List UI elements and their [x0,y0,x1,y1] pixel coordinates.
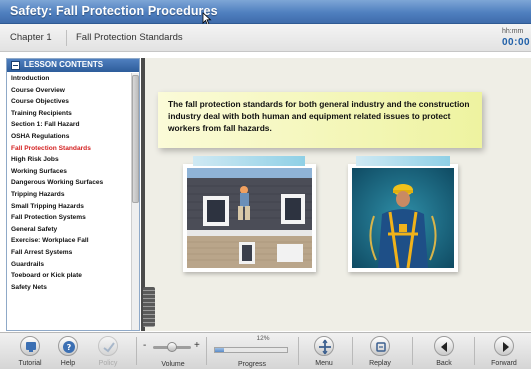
menu-label: Menu [315,360,333,367]
toolbar-divider [136,337,137,365]
back-arrow-icon [434,336,454,356]
photo-frame-harness-worker [348,156,458,272]
scrollbar-thumb[interactable] [132,75,139,203]
timer-value: 00:00 [502,37,531,48]
section-title: Fall Protection Standards [76,32,183,43]
lesson-item[interactable]: Toeboard or Kick plate [9,270,129,282]
lesson-item[interactable]: Guardrails [9,259,129,271]
panel-resize-grip[interactable] [143,287,155,327]
title-bar: Safety: Fall Protection Procedures [0,0,531,26]
lesson-item[interactable]: Dangerous Working Surfaces [9,177,129,189]
chapter-label: Chapter 1 [10,32,52,43]
roof-worker-photo [187,168,312,268]
forward-button[interactable]: Forward [484,335,524,369]
toolbar-divider [206,337,207,365]
lesson-item[interactable]: Exercise: Workplace Fall [9,235,129,247]
back-label: Back [436,360,452,367]
lesson-item[interactable]: Fall Protection Standards [9,143,129,155]
lesson-item[interactable]: Tripping Hazards [9,189,129,201]
menu-button[interactable]: Menu [304,335,344,369]
lesson-item[interactable]: Fall Protection Systems [9,212,129,224]
progress-bar [214,347,288,353]
policy-icon [98,336,118,356]
progress-fill [215,348,224,352]
toolbar-divider [474,337,475,365]
collapse-icon[interactable] [11,61,20,70]
lesson-contents-panel: LESSON CONTENTS Introduction Course Overv… [6,58,140,331]
volume-plus[interactable]: + [194,340,200,351]
lesson-item[interactable]: Training Recipients [9,108,129,120]
progress-percent: 12% [256,335,270,342]
photo-frame-roof-worker [183,156,316,272]
forward-arrow-icon [494,336,514,356]
lesson-item[interactable]: General Safety [9,224,129,236]
menu-icon [314,336,334,356]
lesson-item[interactable]: Fall Arrest Systems [9,247,129,259]
breadcrumb-divider [66,30,67,46]
bottom-toolbar: Tutorial ? Help Policy - + Volume 12% Pr… [0,332,531,369]
back-button[interactable]: Back [424,335,464,369]
lesson-contents-title: LESSON CONTENTS [24,60,104,69]
photo-tab [193,156,305,166]
replay-label: Replay [369,360,391,367]
callout-box: The fall protection standards for both g… [158,92,482,148]
lesson-item[interactable]: OSHA Regulations [9,131,129,143]
help-icon: ? [58,336,78,356]
harness-worker-photo [352,168,454,268]
window-title: Safety: Fall Protection Procedures [10,4,218,18]
lesson-contents-header[interactable]: LESSON CONTENTS [7,59,139,72]
toolbar-divider [412,337,413,365]
lesson-item[interactable]: Safety Nets [9,282,129,294]
replay-icon [370,336,390,356]
lesson-item[interactable]: Introduction [9,73,129,85]
timer-label: hh:mm [502,28,524,35]
volume-knob[interactable] [167,342,177,352]
lesson-item[interactable]: Working Surfaces [9,166,129,178]
policy-label: Policy [98,360,118,367]
progress-label: Progress [237,361,266,368]
lesson-item[interactable]: Course Objectives [9,96,129,108]
lesson-item[interactable]: High Risk Jobs [9,154,129,166]
forward-label: Forward [491,360,517,367]
lesson-item[interactable]: Course Overview [9,85,129,97]
lesson-item[interactable]: Section 1: Fall Hazard [9,119,129,131]
policy-button[interactable]: Policy [88,335,128,369]
tutorial-icon [20,336,40,356]
replay-button[interactable]: Replay [360,335,400,369]
lesson-item[interactable]: Small Tripping Hazards [9,201,129,213]
lesson-list-scrollbar[interactable] [131,73,139,330]
photo-tab [356,156,450,166]
breadcrumb: Chapter 1 Fall Protection Standards hh:m… [0,24,531,52]
toolbar-divider [352,337,353,365]
callout-text: The fall protection standards for both g… [168,99,470,133]
volume-minus[interactable]: - [143,340,146,351]
svg-text:?: ? [67,343,72,352]
lesson-list: Introduction Course Overview Course Object… [9,73,129,293]
volume-label: Volume [161,361,185,368]
